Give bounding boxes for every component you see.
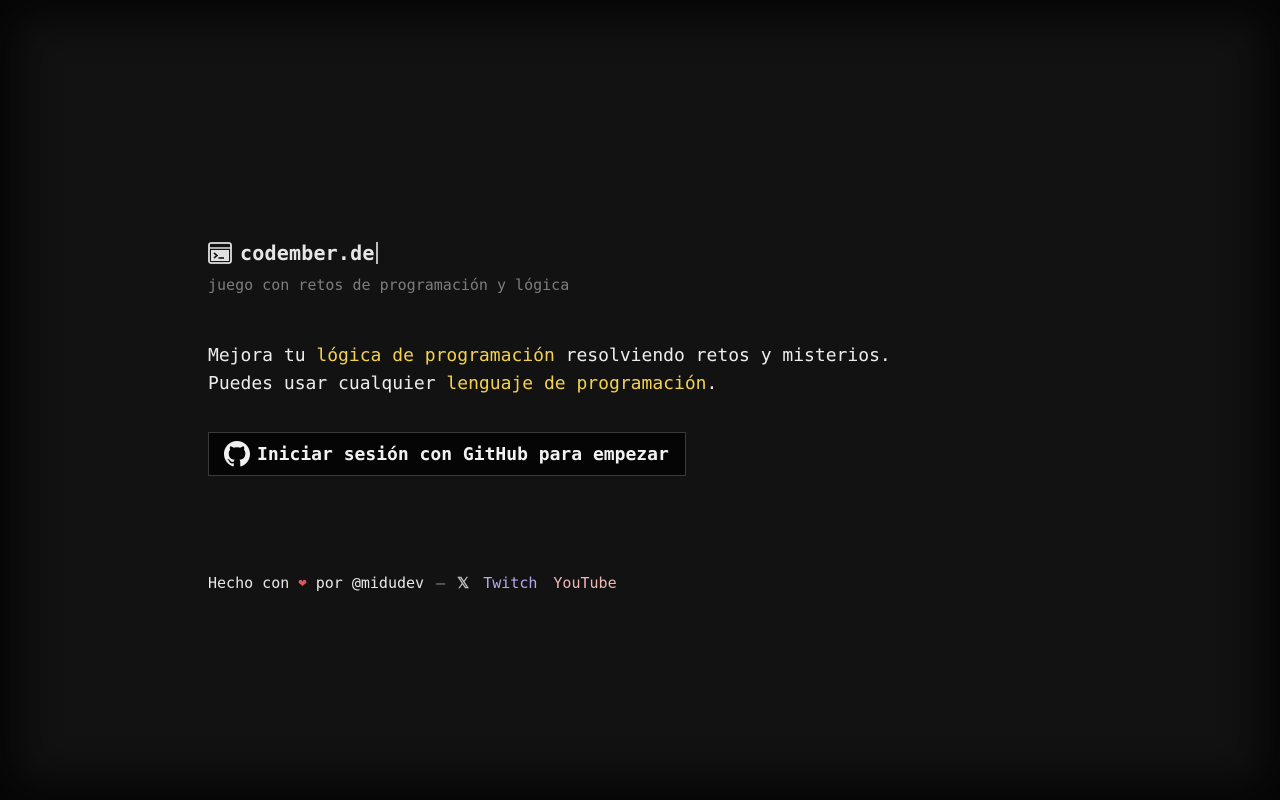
intro-line-1-end: resolviendo retos y misterios. xyxy=(554,345,891,366)
main-content: codember.de juego con retos de programac… xyxy=(208,240,1108,592)
github-icon xyxy=(224,441,250,467)
footer-made-with: Hecho con xyxy=(208,574,290,592)
heart-icon: ❤ xyxy=(298,575,307,591)
github-login-label: Iniciar sesión con GitHub para empezar xyxy=(257,443,669,465)
github-login-button[interactable]: Iniciar sesión con GitHub para empezar xyxy=(208,432,686,476)
site-title[interactable]: codember.de xyxy=(240,241,375,265)
page-background: codember.de juego con retos de programac… xyxy=(0,0,1280,800)
youtube-link[interactable]: YouTube xyxy=(553,574,616,592)
intro-text: Mejora tu lógica de programación resolvi… xyxy=(208,342,1108,398)
text-cursor xyxy=(375,242,378,264)
intro-line-2-start: Puedes usar cualquier xyxy=(208,373,447,394)
intro-line-2: Puedes usar cualquier lenguaje de progra… xyxy=(208,370,1108,398)
footer-separator: – xyxy=(436,574,446,592)
intro-line-1-start: Mejora tu xyxy=(208,345,317,366)
footer-author[interactable]: por @midudev xyxy=(316,574,424,592)
footer: Hecho con ❤ por @midudev – 𝕏 Twitch YouT… xyxy=(208,574,1108,592)
brand-header: codember.de xyxy=(208,240,1108,266)
intro-highlight-logic: lógica de programación xyxy=(316,345,555,366)
x-link[interactable]: 𝕏 xyxy=(457,574,469,592)
twitch-link[interactable]: Twitch xyxy=(483,574,537,592)
intro-highlight-language: lenguaje de programación xyxy=(446,373,707,394)
terminal-window-icon xyxy=(208,242,232,264)
intro-line-2-end: . xyxy=(706,373,718,394)
tagline: juego con retos de programación y lógica xyxy=(208,276,570,294)
intro-line-1: Mejora tu lógica de programación resolvi… xyxy=(208,342,1108,370)
